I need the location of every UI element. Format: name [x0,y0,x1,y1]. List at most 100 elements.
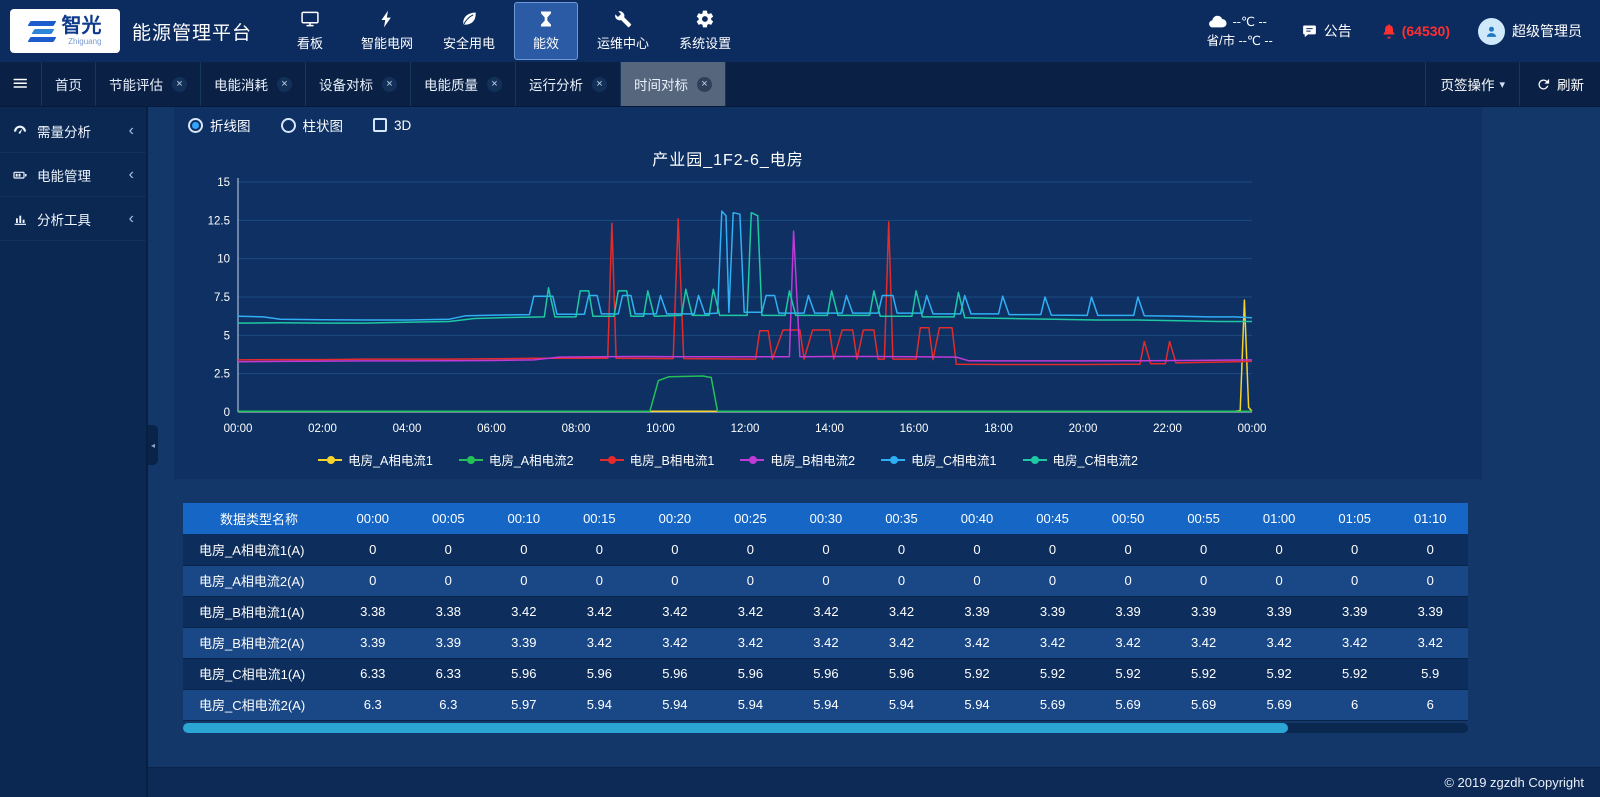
cell-value: 3.42 [713,596,789,627]
legend-marker-icon [318,455,342,464]
burger-icon [12,75,30,93]
cell-value: 0 [788,565,864,596]
top-header: 智光 Zhiguang 能源管理平台 看板智能电网安全用电能效运维中心系统设置 … [0,0,1600,62]
cell-value: 5.94 [864,689,940,720]
legend-item[interactable]: 电房_C相电流2 [1023,450,1138,469]
app-title: 能源管理平台 [132,18,252,45]
cell-value: 0 [562,534,638,565]
horizontal-scrollbar[interactable] [183,723,1468,733]
announcement-button[interactable]: 公告 [1301,21,1352,41]
sidebar-item-label: 分析工具 [37,209,91,229]
svg-text:18:00: 18:00 [984,423,1013,435]
radio-line-chart[interactable]: 折线图 [188,115,251,135]
legend-item[interactable]: 电房_C相电流1 [881,450,996,469]
cell-value: 5.94 [788,689,864,720]
table-row: 电房_C相电流2(A)6.36.35.975.945.945.945.945.9… [183,689,1468,720]
option-label: 柱状图 [303,115,344,135]
row-label: 电房_C相电流1(A) [183,658,335,689]
tab-power-quality[interactable]: 电能质量× [411,62,516,106]
nav-item-energy-efficiency[interactable]: 能效 [514,2,578,60]
cell-value: 0 [1317,534,1393,565]
tab-operations-button[interactable]: 页签操作 ▾ [1426,62,1519,106]
legend-item[interactable]: 电房_A相电流2 [459,450,574,469]
main-nav: 看板智能电网安全用电能效运维中心系统设置 [278,2,742,60]
tab-home[interactable]: 首页 [42,62,96,106]
notification-button[interactable]: (64530) [1380,22,1450,40]
table-row: 电房_C相电流1(A)6.336.335.965.965.965.965.965… [183,658,1468,689]
cell-value: 6.3 [411,689,487,720]
cell-value: 3.42 [1241,627,1317,658]
announcement-label: 公告 [1324,21,1352,41]
cell-value: 0 [939,565,1015,596]
svg-text:14:00: 14:00 [815,423,844,435]
chat-icon [1301,23,1318,40]
main-area: 需量分析‹电能管理‹分析工具‹ ◂ 折线图柱状图3D 产业园_1F2-6_电房 … [0,107,1600,797]
col-header-time: 01:05 [1317,503,1393,534]
legend-item[interactable]: 电房_A相电流1 [318,450,433,469]
chevron-left-icon: ‹ [129,211,134,227]
cell-value: 5.92 [1317,658,1393,689]
svg-text:7.5: 7.5 [214,292,230,304]
col-header-time: 00:00 [335,503,411,534]
wrench-icon [613,9,633,29]
row-label: 电房_C相电流2(A) [183,689,335,720]
tab-close-icon[interactable]: × [172,77,187,92]
sidebar-item-demand-analysis[interactable]: 需量分析‹ [0,109,146,153]
cell-value: 0 [788,534,864,565]
svg-text:00:00: 00:00 [1238,423,1267,435]
checkbox-3d[interactable]: 3D [373,118,411,133]
tab-energy-consumption[interactable]: 电能消耗 × [201,62,306,106]
data-table-panel: 数据类型名称00:0000:0500:1000:1500:2000:2500:3… [183,503,1468,733]
cell-value: 3.42 [637,627,713,658]
leaf-icon [459,9,479,29]
cell-value: 0 [1090,565,1166,596]
legend-item[interactable]: 电房_B相电流1 [600,450,715,469]
hamburger-icon-slot [12,75,30,93]
nav-item-ops-center[interactable]: 运维中心 [586,2,660,60]
cell-value: 5.96 [486,658,562,689]
cell-value: 0 [411,534,487,565]
sidebar-item-analysis-tools[interactable]: 分析工具 ‹ [0,197,146,241]
nav-item-safe-power[interactable]: 安全用电 [432,2,506,60]
tab-close-icon[interactable]: × [382,77,397,92]
bell-icon-slot [1380,22,1398,40]
tab-label: 电能消耗 [214,74,268,94]
tab-close-icon[interactable]: × [697,77,712,92]
cell-value: 5.96 [788,658,864,689]
sidebar-item-energy-management[interactable]: 电能管理‹ [0,153,146,197]
col-header-time: 01:00 [1241,503,1317,534]
cloud-icon-slot [1207,12,1227,32]
nav-item-system-settings[interactable]: 系统设置 [668,2,742,60]
tab-close-icon[interactable]: × [592,77,607,92]
scrollbar-thumb[interactable] [183,723,1288,733]
tab-energy-evaluation[interactable]: 节能评估× [96,62,201,106]
line-chart-canvas[interactable]: 02.557.51012.51500:0002:0004:0006:0008:0… [188,172,1268,444]
col-header-time: 00:25 [713,503,789,534]
tab-device-benchmark[interactable]: 设备对标× [306,62,411,106]
option-label: 3D [394,118,411,133]
user-menu[interactable]: 超级管理员 [1478,18,1582,45]
person-icon [1484,24,1499,39]
cell-value: 0 [411,565,487,596]
chart-legend: 电房_A相电流1 电房_A相电流2 电房_B相电流1 电房_B相电流2 电房_C相电流1… [188,450,1268,469]
cell-value: 6 [1317,689,1393,720]
radio-bar-chart[interactable]: 柱状图 [281,115,344,135]
bolt-icon [377,9,397,29]
radio-indicator [281,118,296,133]
cell-value: 0 [713,534,789,565]
tab-close-icon[interactable]: × [487,77,502,92]
cell-value: 0 [1090,534,1166,565]
cell-value: 5.69 [1241,689,1317,720]
legend-item[interactable]: 电房_B相电流2 [740,450,855,469]
tab-operation-analysis[interactable]: 运行分析× [516,62,621,106]
tab-close-icon[interactable]: × [277,77,292,92]
tab-time-benchmark[interactable]: 时间对标× [621,62,726,106]
nav-item-smart-grid[interactable]: 智能电网 [350,2,424,60]
refresh-button[interactable]: 刷新 [1519,62,1600,106]
nav-item-kanban[interactable]: 看板 [278,2,342,60]
sidebar-item-label: 电能管理 [37,165,91,185]
sidebar-collapse-handle[interactable]: ◂ [148,425,158,465]
svg-text:08:00: 08:00 [562,423,591,435]
app-root: 智光 Zhiguang 能源管理平台 看板智能电网安全用电能效运维中心系统设置 … [0,0,1600,797]
menu-toggle-button[interactable] [0,62,42,106]
